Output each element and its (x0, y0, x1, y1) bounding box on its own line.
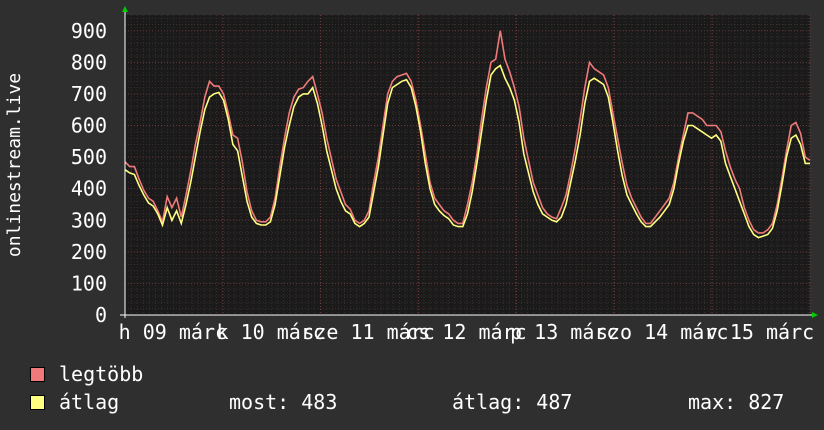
y-tick-label: 400 (71, 177, 107, 201)
y-tick-label: 300 (71, 208, 107, 232)
legend-item-legtobb: legtöbb (30, 362, 143, 386)
chart: 0 100 200 300 400 500 600 700 800 900 h 09 márck … (4, 6, 818, 344)
y-tick-label: 800 (71, 50, 107, 74)
x-tick-label: h 09 márc (119, 320, 227, 344)
y-axis-label: onlinestream.live (4, 73, 25, 257)
legend-label-legtobb: legtöbb (59, 362, 144, 386)
legend-swatch-atlag (30, 394, 45, 410)
legend-item-atlag: átlag (30, 390, 119, 414)
y-tick-label: 100 (71, 271, 107, 295)
x-tick-label: v 15 márc (706, 320, 814, 344)
y-tick-label: 900 (71, 19, 107, 43)
y-axis-arrow-icon (122, 6, 128, 12)
x-axis-arrow-icon (812, 312, 818, 318)
y-tick-label: 600 (71, 114, 107, 138)
legend-swatch-legtobb (30, 366, 45, 382)
y-tick-label: 200 (71, 240, 107, 264)
stat-max: max: 827 (688, 390, 785, 414)
x-tick-label: cs 12 márc (406, 320, 526, 344)
x-tick-labels: h 09 márck 10 márcsze 11 márccs 12 márcp… (119, 320, 815, 344)
y-tick-labels: 0 100 200 300 400 500 600 700 800 900 (71, 19, 107, 327)
stat-current: most: 483 (229, 390, 338, 414)
stat-average: átlag: 487 (452, 390, 573, 414)
y-tick-label: 700 (71, 82, 107, 106)
y-tick-label: 500 (71, 145, 107, 169)
y-tick-label: 0 (95, 303, 107, 327)
legend-label-atlag: átlag (59, 390, 120, 414)
plot-area (125, 15, 810, 315)
